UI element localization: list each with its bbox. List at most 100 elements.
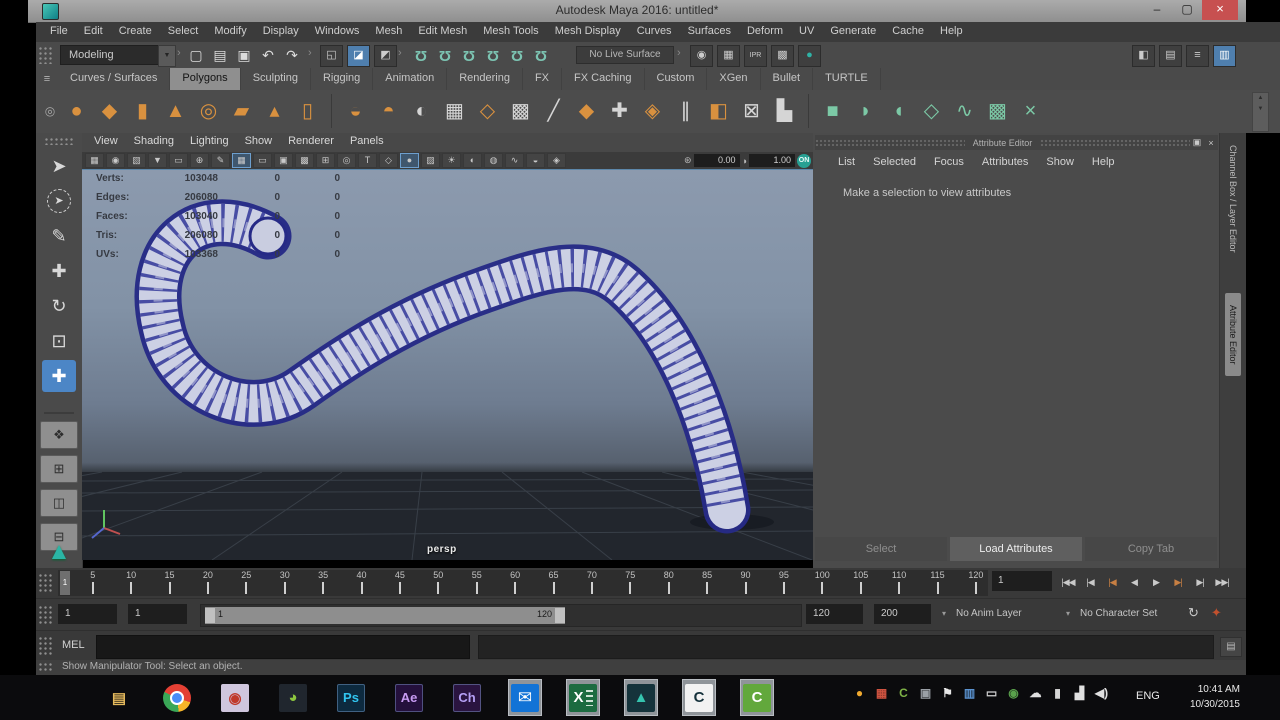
select-by-object-icon[interactable]: ◪ [347, 45, 370, 67]
render-current-frame-icon[interactable]: ▦ [717, 45, 740, 67]
contour-stretch-icon[interactable]: ∿ [950, 96, 979, 126]
panel-menu-view[interactable]: View [86, 133, 126, 152]
exposure-icon[interactable]: ⊛ [684, 155, 692, 166]
maximize-button[interactable]: ▢ [1172, 0, 1202, 20]
ae-menu-list[interactable]: List [829, 153, 864, 171]
field-chart-icon[interactable]: ⊞ [316, 153, 335, 168]
textured-icon[interactable]: ▨ [421, 153, 440, 168]
make-live-icon[interactable]: Ω [530, 45, 552, 65]
tray-java-update-icon[interactable]: ● [852, 686, 867, 700]
taskbar-file-explorer[interactable]: ▤ [102, 679, 136, 716]
layout-persp-outliner[interactable]: ◫ [40, 489, 78, 517]
menu-curves[interactable]: Curves [629, 22, 680, 42]
resolution-gate-icon[interactable]: ▣ [274, 153, 293, 168]
menu-modify[interactable]: Modify [206, 22, 254, 42]
ipr-render-icon[interactable]: IPR [744, 45, 767, 67]
tray-cloud-sync-icon[interactable]: ☁ [1028, 686, 1043, 700]
viewport-canvas[interactable]: Verts: 103048 0 0 Edges: 206080 0 0 Faces: 103040… [82, 170, 813, 560]
step-forward-key-button[interactable]: ▶| [1168, 570, 1188, 594]
drag-handle-dots[interactable] [815, 139, 965, 146]
subdivide-icon[interactable]: ▩ [506, 96, 535, 126]
poly-cylinder-icon[interactable]: ▮ [128, 96, 157, 126]
shelf-tab-sculpting[interactable]: Sculpting [241, 68, 311, 90]
character-set-dropdown-arrow[interactable]: ▾ [1066, 609, 1070, 618]
gate-mask-icon[interactable]: ▩ [295, 153, 314, 168]
shelf-tab-animation[interactable]: Animation [373, 68, 448, 90]
range-slider-track[interactable]: 1 120 [200, 604, 802, 627]
menu-select[interactable]: Select [160, 22, 207, 42]
command-line-input[interactable] [96, 635, 470, 659]
safe-title-icon[interactable]: T [358, 153, 377, 168]
copy-tab-button[interactable]: Copy Tab [1085, 537, 1217, 561]
raise-tool-settings-icon[interactable]: ≡ [1186, 45, 1209, 67]
taskbar-photoshop[interactable]: Ps [334, 679, 368, 716]
time-slider-grip[interactable] [38, 573, 52, 593]
image-plane-icon[interactable]: ▭ [169, 153, 188, 168]
show-manipulator-tool[interactable]: ✚ [42, 360, 76, 392]
crease-icon[interactable]: ⊠ [737, 96, 766, 126]
render-settings-icon[interactable]: ▩ [771, 45, 794, 67]
range-slider-bar[interactable]: 1 120 [205, 607, 565, 624]
range-end-handle[interactable] [555, 608, 565, 623]
live-surface-field[interactable]: No Live Surface [576, 46, 674, 64]
auto-keyframe-icon[interactable]: ✦ [1211, 605, 1222, 621]
paint-select-tool[interactable]: ✎ [42, 220, 76, 252]
play-backwards-button[interactable]: ◀ [1124, 570, 1144, 594]
menu-windows[interactable]: Windows [307, 22, 368, 42]
tray-camtasia-tray-icon[interactable]: C [896, 686, 911, 700]
title-bar[interactable]: Autodesk Maya 2016: untitled* – ▢ × [28, 0, 1246, 23]
taskbar-mail[interactable]: ✉ [508, 679, 542, 716]
multi-cut-icon[interactable]: ╱ [539, 96, 568, 126]
current-frame-field[interactable]: 1 [992, 571, 1052, 591]
shelf-tab-rigging[interactable]: Rigging [311, 68, 374, 90]
ae-menu-help[interactable]: Help [1083, 153, 1124, 171]
ae-menu-show[interactable]: Show [1037, 153, 1083, 171]
undo-icon[interactable]: ↶ [258, 45, 278, 65]
drag-handle-dots[interactable] [1040, 139, 1190, 146]
tray-graphics-utility-icon[interactable]: ◉ [1006, 686, 1021, 700]
tray-display-settings-icon[interactable]: ▭ [984, 686, 999, 700]
poly-torus-icon[interactable]: ◎ [194, 96, 223, 126]
poly-cube-icon[interactable]: ◆ [95, 96, 124, 126]
taskbar-camtasia-recorder[interactable]: C [682, 679, 716, 716]
clock[interactable]: 10:41 AM 10/30/2015 [1164, 683, 1240, 712]
poly-pyramid-icon[interactable]: ▴ [260, 96, 289, 126]
xray-icon[interactable]: ◒ [526, 153, 545, 168]
menu-cache[interactable]: Cache [884, 22, 932, 42]
menu-set-dropdown-arrow[interactable]: ▼ [158, 45, 176, 67]
status-line-grip[interactable] [38, 46, 52, 64]
poly-cone-icon[interactable]: ▲ [161, 96, 190, 126]
language-indicator[interactable]: ENG [1136, 690, 1160, 702]
lock-camera-icon[interactable]: ◉ [106, 153, 125, 168]
rotate-tool[interactable]: ↻ [42, 290, 76, 322]
menu-deform[interactable]: Deform [739, 22, 791, 42]
gamma-icon[interactable]: ◑ [742, 156, 747, 166]
select-by-hierarchy-icon[interactable]: ◱ [320, 45, 343, 67]
cut-sew-uv-icon[interactable]: × [1016, 96, 1045, 126]
anim-layer-refresh-icon[interactable]: ↻ [1188, 605, 1199, 621]
raise-channel-box-icon[interactable]: ▥ [1213, 45, 1236, 67]
taskbar-start[interactable] [44, 679, 78, 716]
toolbox-grip[interactable] [44, 137, 74, 145]
smooth-shade-all-icon[interactable]: ● [400, 153, 419, 168]
menu-set-selector[interactable]: Modeling [60, 45, 166, 65]
command-line-mode-label[interactable]: MEL [62, 639, 85, 651]
help-line-grip[interactable] [38, 662, 52, 673]
film-gate-icon[interactable]: ▭ [253, 153, 272, 168]
select-tool[interactable]: ➤ [42, 150, 76, 182]
append-to-polygon-icon[interactable]: ◆ [572, 96, 601, 126]
move-tool[interactable]: ✚ [42, 255, 76, 287]
shelf-tab-bullet[interactable]: Bullet [761, 68, 814, 90]
tray-color-utility-icon[interactable]: ▦ [874, 686, 889, 700]
taskbar-maya[interactable]: ▲ [624, 679, 658, 716]
menu-surfaces[interactable]: Surfaces [680, 22, 739, 42]
layout-single-perspective[interactable]: ❖ [40, 421, 78, 449]
tray-usb-device-icon[interactable]: ▣ [918, 686, 933, 700]
shelf-tab-rendering[interactable]: Rendering [447, 68, 523, 90]
panel-menu-lighting[interactable]: Lighting [182, 133, 237, 152]
menu-mesh-display[interactable]: Mesh Display [547, 22, 629, 42]
safe-action-icon[interactable]: ◎ [337, 153, 356, 168]
menu-generate[interactable]: Generate [822, 22, 884, 42]
mirror-icon[interactable]: ◧ [704, 96, 733, 126]
shelf-gear-icon[interactable]: ◎ [40, 90, 60, 133]
